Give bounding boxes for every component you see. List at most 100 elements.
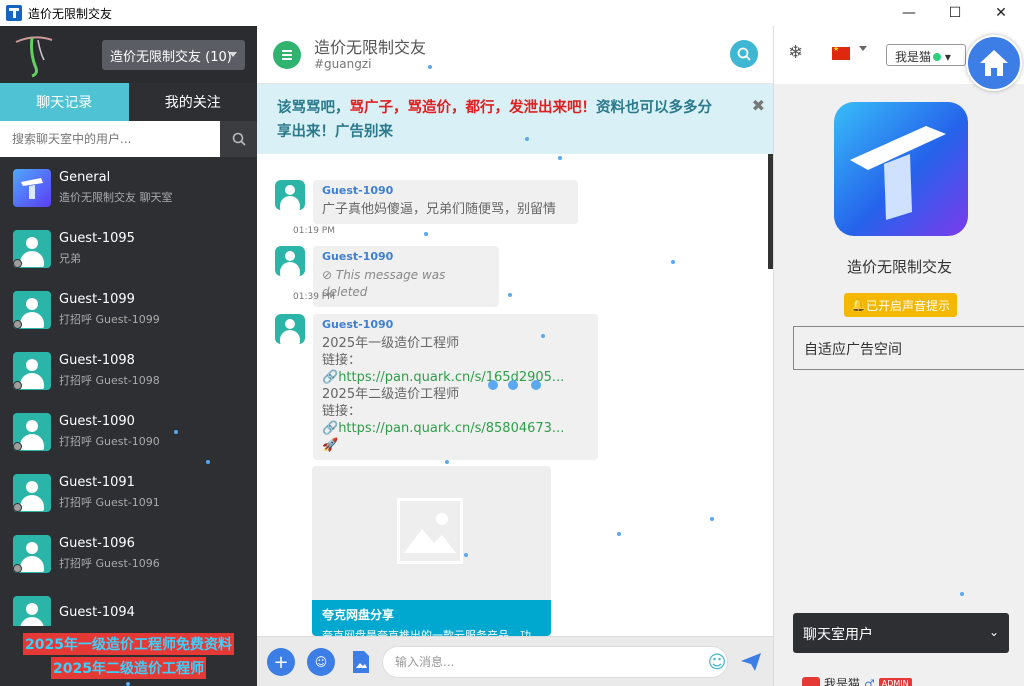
search-button[interactable] — [220, 121, 257, 157]
contact-preview: 兄弟 — [59, 252, 81, 265]
contact-preview: 造价无限制交友 聊天室 — [59, 191, 173, 204]
deleted-message-text: This message was deleted — [322, 268, 446, 299]
bell-icon: 🔔 — [851, 298, 866, 312]
loading-dot — [488, 380, 498, 390]
sticker-icon[interactable]: ☺ — [307, 648, 335, 676]
message-bubble: Guest-1090 2025年一级造价工程师 链接： 🔗https://pan… — [313, 314, 598, 460]
contact-item[interactable]: Guest-1091 打招呼 Guest-1091 — [0, 462, 257, 523]
minimize-button[interactable]: — — [886, 0, 932, 26]
status-dot — [13, 564, 22, 573]
menu-button[interactable] — [273, 41, 301, 69]
message-sender[interactable]: Guest-1090 — [322, 318, 588, 331]
contact-item[interactable]: Guest-1090 打招呼 Guest-1090 — [0, 401, 257, 462]
room-users-dropdown[interactable]: 聊天室用户 ⌄ — [793, 613, 1009, 653]
home-button[interactable] — [966, 35, 1022, 91]
sound-notification-toggle[interactable]: 🔔 已开启声音提示 — [844, 293, 957, 317]
message-input[interactable] — [382, 646, 728, 678]
room-select[interactable]: 造价无限制交友 (10) — [102, 40, 245, 70]
chevron-down-icon[interactable] — [859, 46, 867, 51]
contact-name: Guest-1095 — [59, 231, 135, 246]
message-time: 01:39 PM — [293, 292, 335, 302]
contact-item-general[interactable]: General 造价无限制交友 聊天室 — [0, 157, 257, 218]
snowflake-icon[interactable]: ❄ — [788, 42, 803, 63]
contact-name: Guest-1098 — [59, 353, 135, 368]
particle — [525, 137, 529, 141]
notice-close-button[interactable]: ✖ — [752, 94, 765, 118]
user-avatar — [802, 676, 820, 686]
tab-following[interactable]: 我的关注 — [128, 83, 257, 121]
close-button[interactable]: ✕ — [978, 0, 1024, 26]
room-users-label: 聊天室用户 — [803, 627, 873, 643]
message-text: 广子真他妈傻逼，兄弟们随便骂，别留情 — [322, 202, 557, 217]
contact-preview: 打招呼 Guest-1091 — [59, 496, 160, 509]
contact-item[interactable]: Guest-1095 兄弟 — [0, 218, 257, 279]
message-list[interactable]: Guest-1090 广子真他妈傻逼，兄弟们随便骂，别留情 01:19 PM G… — [257, 154, 773, 636]
message-bubble: Guest-1090 ⊘ This message was deleted — [313, 246, 499, 307]
status-dot — [13, 381, 22, 390]
loading-dot — [508, 380, 518, 390]
title-bar: 造价无限制交友 — ☐ ✕ — [0, 0, 1024, 26]
contact-item[interactable]: Guest-1096 打招呼 Guest-1096 — [0, 523, 257, 584]
emoji-icon[interactable]: ☺ — [703, 648, 731, 676]
particle — [445, 460, 449, 464]
contact-name: Guest-1091 — [59, 475, 135, 490]
loading-dot — [531, 380, 541, 390]
notice-highlight: 骂广子，骂造价，都行，发泄出来吧！ — [349, 100, 597, 116]
message-line: 链接： — [322, 404, 362, 419]
online-dot — [933, 53, 942, 61]
brand-logo — [834, 102, 968, 236]
contact-item[interactable]: Guest-1098 打招呼 Guest-1098 — [0, 340, 257, 401]
admin-tag: ADMIN — [878, 678, 912, 686]
search-button[interactable] — [730, 40, 758, 68]
window-title: 造价无限制交友 — [28, 6, 113, 21]
message-composer: + ☺ ☺ — [257, 636, 773, 686]
male-icon: ♂ — [864, 676, 875, 686]
contact-preview: 打招呼 Guest-1098 — [59, 374, 160, 387]
link-icon: 🔗 — [322, 370, 339, 385]
contact-name: Guest-1090 — [59, 414, 135, 429]
send-button[interactable] — [737, 648, 765, 676]
link-preview-card[interactable]: 夸克网盘分享 夸克网盘是夸克推出的一款云服务产品，功 — [312, 466, 551, 636]
contact-preview: 打招呼 Guest-1096 — [59, 557, 160, 570]
promo-line[interactable]: 2025年一级造价工程师免费资料 — [23, 633, 234, 655]
message: Guest-1090 2025年一级造价工程师 链接： 🔗https://pan… — [275, 314, 598, 460]
general-room-avatar — [13, 168, 51, 207]
home-icon — [980, 50, 1008, 76]
message: Guest-1090 广子真他妈傻逼，兄弟们随便骂，别留情 — [275, 180, 578, 224]
add-button[interactable]: + — [267, 648, 295, 676]
china-flag-icon[interactable] — [832, 45, 850, 60]
particle — [617, 532, 621, 536]
contact-preview: 打招呼 Guest-1090 — [59, 435, 160, 448]
message-text: 2025年一级造价工程师 链接： 🔗https://pan.quark.cn/s… — [322, 335, 588, 454]
promo-banner[interactable]: 2025年一级造价工程师免费资料 2025年二级造价工程师 — [0, 626, 257, 686]
current-user-row[interactable]: 我是猫 ♂ ADMIN — [802, 675, 912, 686]
message-link[interactable]: 🔗https://pan.quark.cn/s/165d2905... — [322, 369, 588, 386]
message-line: 2025年二级造价工程师 — [322, 387, 460, 402]
contact-item[interactable]: Guest-1099 打招呼 Guest-1099 — [0, 279, 257, 340]
notice-text: 该骂骂吧， — [277, 100, 350, 116]
contact-name: General — [59, 170, 111, 185]
message-sender[interactable]: Guest-1090 — [322, 184, 568, 197]
user-search-input[interactable] — [0, 121, 220, 157]
site-logo — [15, 36, 53, 78]
promo-line[interactable]: 2025年二级造价工程师 — [51, 657, 206, 679]
message-bubble: Guest-1090 广子真他妈傻逼，兄弟们随便骂，别留情 — [313, 180, 578, 224]
status-dot — [13, 503, 22, 512]
maximize-button[interactable]: ☐ — [932, 0, 978, 26]
notice-banner: 该骂骂吧，骂广子，骂造价，都行，发泄出来吧！资料也可以多多分享出来！广告别来 ✖ — [257, 84, 773, 154]
image-upload-icon[interactable] — [347, 648, 375, 676]
sound-notification-label: 已开启声音提示 — [865, 298, 950, 313]
tab-chat-history[interactable]: 聊天记录 — [0, 83, 129, 121]
sidebar: 造价无限制交友 (10) 聊天记录 我的关注 General 造价无限制交友 聊… — [0, 26, 257, 686]
user-menu-button[interactable]: 我是猫 ▾ — [886, 44, 966, 66]
message-time: 01:19 PM — [293, 226, 335, 236]
blocked-icon: ⊘ — [322, 268, 336, 282]
message-link[interactable]: 🔗https://pan.quark.cn/s/85804673... — [322, 420, 588, 437]
link-text[interactable]: https://pan.quark.cn/s/85804673... — [338, 421, 564, 436]
user-menu-label: 我是猫 — [895, 50, 932, 64]
message-sender[interactable]: Guest-1090 — [322, 250, 489, 263]
room-select-label: 造价无限制交友 (10) — [110, 49, 232, 65]
contact-name: Guest-1094 — [59, 605, 135, 620]
particle — [671, 260, 675, 264]
chat-title: 造价无限制交友 — [314, 38, 427, 57]
